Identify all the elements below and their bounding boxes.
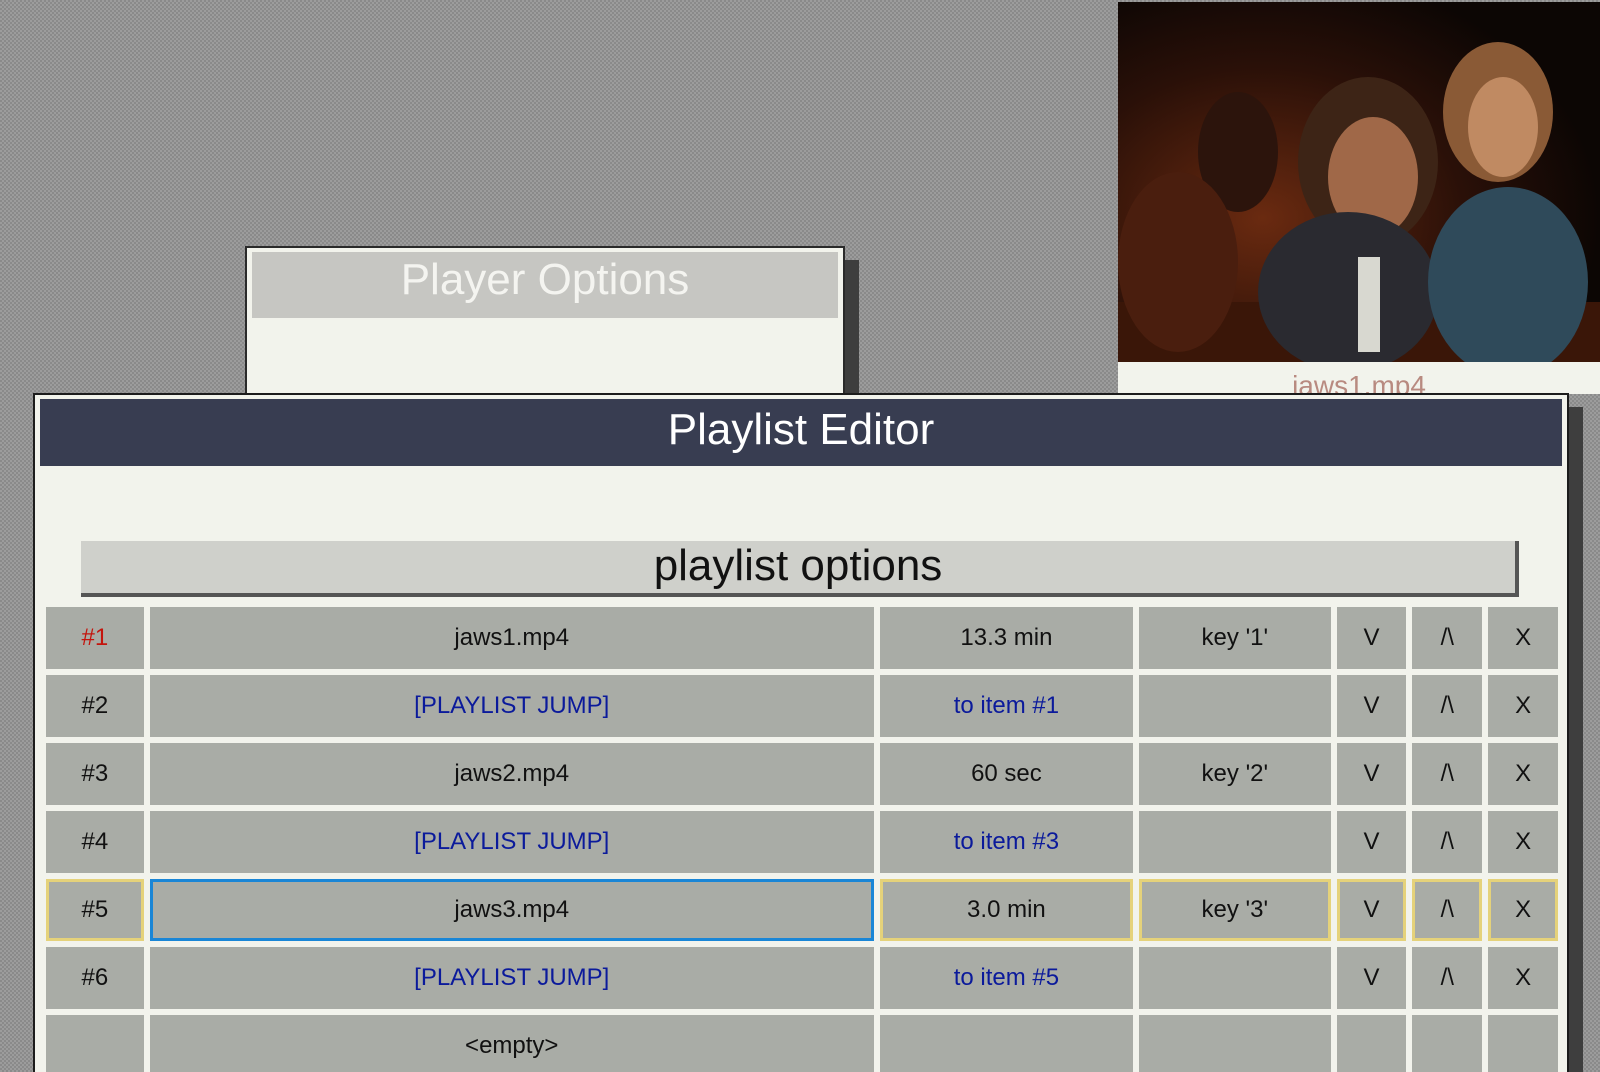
move-up-button[interactable] xyxy=(1412,1015,1483,1072)
move-up-button[interactable]: /\ xyxy=(1412,811,1483,873)
playlist-table: #1 jaws1.mp4 13.3 min key '1' V /\ X #2 … xyxy=(42,607,1562,1072)
item-name[interactable]: [PLAYLIST JUMP] xyxy=(149,811,874,873)
item-name[interactable]: jaws1.mp4 xyxy=(149,607,874,669)
item-key[interactable] xyxy=(1139,811,1331,873)
move-up-button[interactable]: /\ xyxy=(1412,879,1483,941)
item-number[interactable]: #1 xyxy=(46,607,144,669)
playlist-row: #6 [PLAYLIST JUMP] to item #5 V /\ X xyxy=(42,947,1562,1009)
remove-button[interactable] xyxy=(1488,1015,1558,1072)
item-number[interactable]: #4 xyxy=(46,811,144,873)
playlist-editor-window: Playlist Editor playlist options #1 jaws… xyxy=(33,393,1569,1072)
move-up-button[interactable]: /\ xyxy=(1412,675,1483,737)
item-name[interactable]: [PLAYLIST JUMP] xyxy=(149,675,874,737)
playlist-row: #4 [PLAYLIST JUMP] to item #3 V /\ X xyxy=(42,811,1562,873)
item-key[interactable]: key '3' xyxy=(1139,879,1331,941)
item-duration[interactable]: 3.0 min xyxy=(879,879,1134,941)
remove-button[interactable]: X xyxy=(1488,811,1558,873)
item-duration[interactable]: 60 sec xyxy=(879,743,1134,805)
playlist-row: #3 jaws2.mp4 60 sec key '2' V /\ X xyxy=(42,743,1562,805)
video-preview-panel: jaws1.mp4 xyxy=(1118,2,1600,401)
move-up-button[interactable]: /\ xyxy=(1412,947,1483,1009)
move-down-button[interactable] xyxy=(1336,1015,1407,1072)
playlist-options-button[interactable]: playlist options xyxy=(81,541,1519,597)
remove-button[interactable]: X xyxy=(1488,675,1558,737)
playlist-row: #1 jaws1.mp4 13.3 min key '1' V /\ X xyxy=(42,607,1562,669)
playlist-row-empty: <empty> xyxy=(42,1015,1562,1072)
item-number[interactable]: #5 xyxy=(46,879,144,941)
item-key[interactable]: key '1' xyxy=(1139,607,1331,669)
item-key[interactable] xyxy=(1139,675,1331,737)
item-number[interactable]: #3 xyxy=(46,743,144,805)
move-down-button[interactable]: V xyxy=(1336,811,1407,873)
remove-button[interactable]: X xyxy=(1488,879,1559,941)
item-duration[interactable] xyxy=(879,1015,1134,1072)
item-number[interactable]: #6 xyxy=(46,947,144,1009)
playlist-editor-title[interactable]: Playlist Editor xyxy=(40,399,1562,466)
item-name[interactable]: jaws2.mp4 xyxy=(149,743,874,805)
player-options-title[interactable]: Player Options xyxy=(252,252,838,318)
move-down-button[interactable]: V xyxy=(1336,879,1407,941)
item-name[interactable]: <empty> xyxy=(149,1015,874,1072)
remove-button[interactable]: X xyxy=(1488,947,1558,1009)
item-name[interactable]: [PLAYLIST JUMP] xyxy=(149,947,874,1009)
move-down-button[interactable]: V xyxy=(1336,675,1407,737)
move-down-button[interactable]: V xyxy=(1336,947,1407,1009)
move-up-button[interactable]: /\ xyxy=(1412,607,1483,669)
item-duration[interactable]: 13.3 min xyxy=(879,607,1134,669)
item-jump-target[interactable]: to item #5 xyxy=(879,947,1134,1009)
playlist-row-selected: #5 jaws3.mp4 3.0 min key '3' V /\ X xyxy=(42,879,1562,941)
item-jump-target[interactable]: to item #1 xyxy=(879,675,1134,737)
remove-button[interactable]: X xyxy=(1488,743,1558,805)
player-options-window: Player Options xyxy=(245,246,845,410)
item-name[interactable]: jaws3.mp4 xyxy=(149,879,874,941)
video-image xyxy=(1118,2,1600,362)
move-up-button[interactable]: /\ xyxy=(1412,743,1483,805)
move-down-button[interactable]: V xyxy=(1336,607,1407,669)
item-key[interactable] xyxy=(1139,947,1331,1009)
remove-button[interactable]: X xyxy=(1488,607,1558,669)
playlist-row: #2 [PLAYLIST JUMP] to item #1 V /\ X xyxy=(42,675,1562,737)
item-number[interactable]: #2 xyxy=(46,675,144,737)
item-number[interactable] xyxy=(46,1015,144,1072)
move-down-button[interactable]: V xyxy=(1336,743,1407,805)
item-jump-target[interactable]: to item #3 xyxy=(879,811,1134,873)
video-frame[interactable] xyxy=(1118,2,1600,362)
item-key[interactable] xyxy=(1139,1015,1331,1072)
item-key[interactable]: key '2' xyxy=(1139,743,1331,805)
